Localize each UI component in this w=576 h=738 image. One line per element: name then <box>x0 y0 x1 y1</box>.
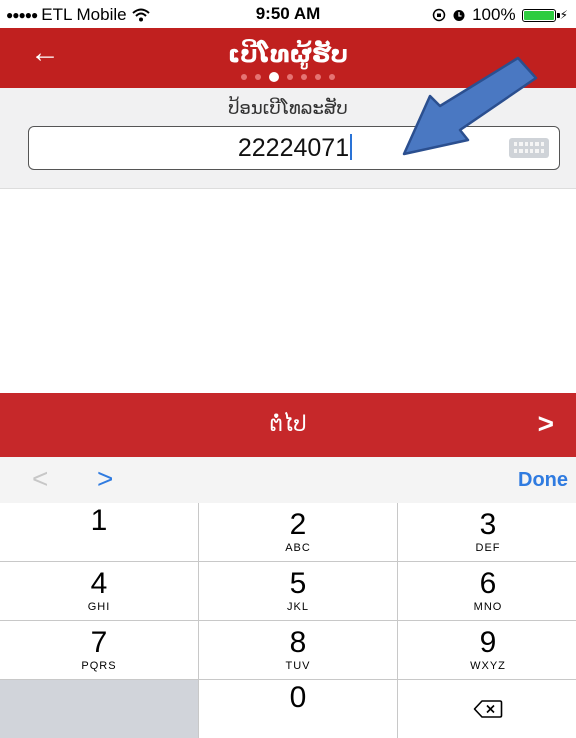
numeric-keypad: 1 2 ABC 3 DEF 4 GHI 5 JKL 6 MNO 7 PQRS 8 TUV 9W… <box>0 503 576 738</box>
key-digit: 2 <box>289 508 307 541</box>
key-digit: 4 <box>90 567 108 600</box>
battery-icon <box>521 8 560 22</box>
status-bar: ●●●●● ETL Mobile 9:50 AM 100% ⚡ <box>0 0 576 28</box>
key-letters: TUV <box>285 660 311 672</box>
key-letters: JKL <box>287 601 309 613</box>
page-dot <box>241 74 247 80</box>
key-letters: ABC <box>285 542 311 554</box>
alarm-icon <box>453 10 465 21</box>
text-caret <box>350 134 353 160</box>
key-2[interactable]: 2 ABC <box>199 503 397 561</box>
key-4[interactable]: 4 GHI <box>0 562 198 620</box>
key-digit: 5 <box>289 567 307 600</box>
status-right: 100% ⚡ <box>432 5 568 25</box>
backspace-icon <box>473 700 503 718</box>
page-dot <box>329 74 335 80</box>
key-9[interactable]: 9 WXYZ <box>398 621 576 679</box>
battery-percent: 100% <box>472 5 516 24</box>
annotation-arrow-icon <box>402 56 538 156</box>
key-digit: 0 <box>289 681 307 714</box>
key-letters: GHI <box>87 601 111 613</box>
key-6[interactable]: 6 MNO <box>398 562 576 620</box>
next-button-label: ຕໍ່ໄປ <box>269 413 307 436</box>
key-digit: 7 <box>90 626 108 659</box>
key-0[interactable]: 0 <box>199 680 397 738</box>
delete-key[interactable] <box>398 680 576 738</box>
key-3[interactable]: 3 DEF <box>398 503 576 561</box>
page-dot-active <box>269 72 279 82</box>
key-8[interactable]: 8 TUV <box>199 621 397 679</box>
phone-number-text: 22224071 <box>237 134 350 162</box>
page-dot <box>287 74 293 80</box>
next-field-button[interactable]: > <box>97 463 113 495</box>
key-letters: WXYZ <box>470 660 506 672</box>
key-5[interactable]: 5 JKL <box>199 562 397 620</box>
page-dot <box>255 74 261 80</box>
next-button[interactable]: ຕໍ່ໄປ > <box>0 393 576 457</box>
previous-field-button[interactable]: < <box>32 463 48 495</box>
chevron-right-icon: > <box>537 408 554 439</box>
key-digit: 3 <box>479 508 497 541</box>
blank-key <box>0 680 198 738</box>
rotation-lock-icon <box>432 8 446 22</box>
key-digit: 9 <box>479 626 497 659</box>
key-1[interactable]: 1 <box>0 503 198 561</box>
keyboard-accessory-bar: < > Done <box>0 457 576 504</box>
key-letters: DEF <box>475 542 501 554</box>
charging-icon: ⚡ <box>559 8 568 22</box>
key-digit: 8 <box>289 626 307 659</box>
key-digit: 6 <box>479 567 497 600</box>
done-button[interactable]: Done <box>518 469 568 492</box>
page-dot <box>301 74 307 80</box>
key-digit: 1 <box>90 504 108 537</box>
key-7[interactable]: 7 PQRS <box>0 621 198 679</box>
key-letters: MNO <box>473 601 503 613</box>
page-dot <box>315 74 321 80</box>
key-letters: PQRS <box>81 660 117 672</box>
